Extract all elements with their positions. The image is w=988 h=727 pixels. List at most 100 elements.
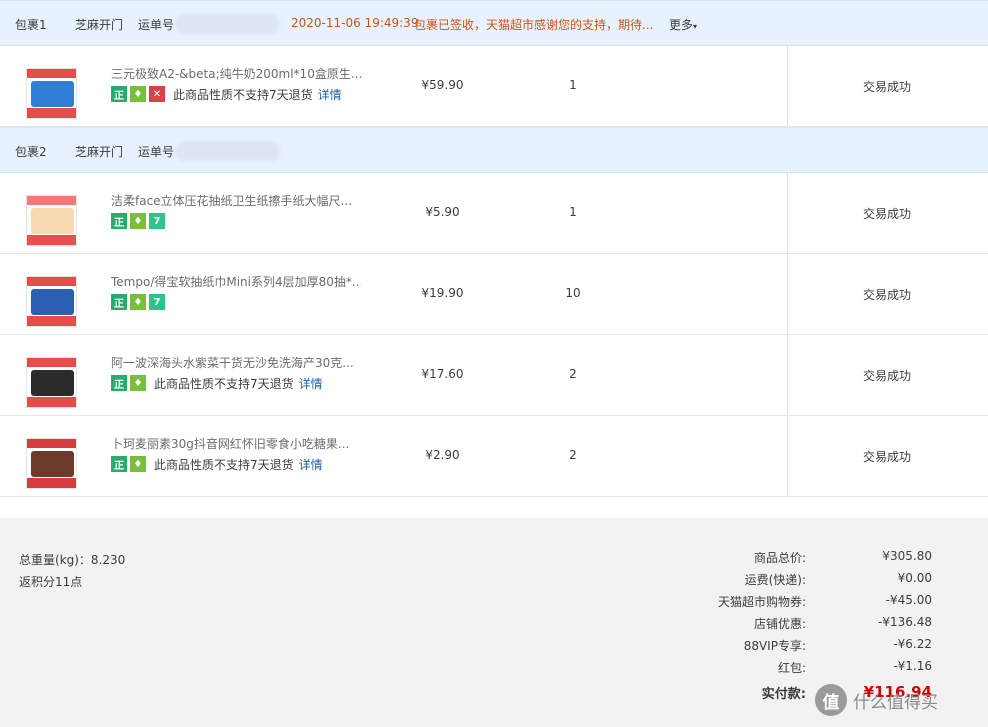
order-item-row: 卜珂麦丽素30g抖音网红怀旧零食小吃糖果... 正 ♦ 此商品性质不支持7天退货…: [0, 416, 988, 497]
seven-day-return-icon: 7: [149, 294, 165, 310]
summary-value: -¥6.22: [893, 637, 932, 651]
product-thumbnail[interactable]: [26, 195, 77, 246]
package-label: 包裹2: [15, 145, 47, 159]
summary-label: 店铺优惠:: [753, 617, 806, 631]
summary-line-store-discount: 店铺优惠: -¥136.48: [620, 615, 940, 637]
thumb-band: [27, 235, 76, 245]
product-title[interactable]: 卜珂麦丽素30g抖音网红怀旧零食小吃糖果...: [111, 435, 361, 452]
trade-status: 交易成功: [862, 207, 911, 221]
product-thumbnail[interactable]: [26, 357, 77, 408]
thumb-product: [31, 451, 74, 477]
thumb-band: [27, 358, 76, 367]
detail-link[interactable]: 详情: [299, 456, 323, 473]
trade-status: 交易成功: [862, 450, 911, 464]
package-1-header: 包裹1 芝麻开门 运单号 2020-11-06 19:49:39 包裹已签收，天…: [0, 0, 988, 46]
column-divider: [787, 416, 788, 496]
product-thumbnail[interactable]: [26, 68, 77, 119]
product-title[interactable]: Tempo/得宝软抽纸巾Mini系列4层加厚80抽*...: [111, 273, 361, 290]
product-thumbnail[interactable]: [26, 438, 77, 489]
seven-day-return-icon: 7: [149, 213, 165, 229]
thumb-band: [27, 316, 76, 326]
summary-value: ¥305.80: [882, 549, 932, 563]
summary-label: 商品总价:: [753, 551, 806, 565]
badge-group: 正 ♦ 7: [111, 294, 165, 310]
reward-points: 返积分11点: [19, 575, 83, 589]
chevron-down-icon: ▾: [693, 22, 698, 31]
no-return-note: 此商品性质不支持7天退货: [173, 87, 313, 102]
column-divider: [787, 173, 788, 253]
gift-icon: ♦: [130, 86, 146, 102]
summary-line-shipping: 运费(快递): ¥0.00: [620, 571, 940, 593]
no-return-note: 此商品性质不支持7天退货: [154, 376, 294, 391]
product-title[interactable]: 洁柔face立体压花抽纸卫生纸擦手纸大幅尺...: [111, 192, 361, 209]
trade-status: 交易成功: [862, 80, 911, 94]
item-quantity: 2: [569, 448, 577, 462]
summary-label: 红包:: [777, 661, 806, 675]
no-return-note: 此商品性质不支持7天退货: [154, 457, 294, 472]
order-meta: 总重量(kg)：8.230 返积分11点: [19, 549, 125, 593]
summary-line-red-packet: 红包: -¥1.16: [620, 659, 940, 681]
genuine-badge-icon: 正: [111, 456, 127, 472]
genuine-badge-icon: 正: [111, 375, 127, 391]
badge-group: 正 ♦ 此商品性质不支持7天退货 详情: [111, 456, 323, 472]
summary-label: 运费(快递):: [744, 573, 806, 587]
badge-group: 正 ♦ 7: [111, 213, 165, 229]
more-dropdown[interactable]: 更多▾: [669, 16, 697, 33]
gift-icon: ♦: [130, 456, 146, 472]
order-item-row: 三元极致A2-&beta;纯牛奶200ml*10盒原生... 正 ♦ ✕ 此商品…: [0, 46, 988, 127]
thumb-band: [27, 397, 76, 407]
detail-link[interactable]: 详情: [318, 86, 342, 103]
more-label: 更多: [669, 18, 694, 32]
carrier-name: 芝麻开门: [75, 18, 124, 32]
package-label: 包裹1: [15, 18, 47, 32]
tracking-number-redacted: [175, 141, 280, 161]
item-price: ¥19.90: [421, 286, 464, 300]
carrier-name: 芝麻开门: [75, 145, 124, 159]
badge-group: 正 ♦ ✕ 此商品性质不支持7天退货 详情: [111, 86, 342, 102]
thumb-band: [27, 439, 76, 448]
genuine-badge-icon: 正: [111, 294, 127, 310]
delivery-datetime: 2020-11-06 19:49:39: [291, 16, 419, 30]
summary-value: ¥0.00: [897, 571, 932, 585]
thumb-product: [31, 81, 74, 107]
thumb-band: [27, 196, 76, 205]
item-price: ¥59.90: [421, 78, 464, 92]
thumb-band: [27, 277, 76, 286]
product-title[interactable]: 阿一波深海头水紫菜干货无沙免洗海产30克...: [111, 354, 361, 371]
trade-status: 交易成功: [862, 369, 911, 383]
column-divider: [787, 254, 788, 334]
item-price: ¥17.60: [421, 367, 464, 381]
amount-paid-label: 实付款:: [761, 687, 806, 702]
gift-icon: ♦: [130, 294, 146, 310]
item-price: ¥5.90: [425, 205, 460, 219]
no-return-icon: ✕: [149, 86, 165, 102]
thumb-product: [31, 289, 74, 315]
item-quantity: 10: [565, 286, 581, 300]
item-quantity: 2: [569, 367, 577, 381]
delivery-status-message: 包裹已签收，天猫超市感谢您的支持，期待...: [414, 18, 654, 32]
tracking-label: 运单号: [138, 145, 175, 159]
thumb-product: [31, 208, 74, 234]
item-quantity: 1: [569, 205, 577, 219]
item-quantity: 1: [569, 78, 577, 92]
summary-label: 天猫超市购物券:: [717, 595, 806, 609]
genuine-badge-icon: 正: [111, 86, 127, 102]
product-thumbnail[interactable]: [26, 276, 77, 327]
summary-value: -¥1.16: [893, 659, 932, 673]
tracking-number-redacted: [175, 14, 280, 34]
thumb-product: [31, 370, 74, 396]
summary-line-goods-total: 商品总价: ¥305.80: [620, 549, 940, 571]
trade-status: 交易成功: [862, 288, 911, 302]
summary-value: -¥136.48: [878, 615, 932, 629]
detail-link[interactable]: 详情: [299, 375, 323, 392]
watermark-logo-icon: 值: [815, 684, 847, 716]
badge-group: 正 ♦ 此商品性质不支持7天退货 详情: [111, 375, 323, 391]
order-item-row: Tempo/得宝软抽纸巾Mini系列4层加厚80抽*... 正 ♦ 7 ¥19.…: [0, 254, 988, 335]
site-watermark: 值 什么值得买: [815, 684, 938, 716]
package-2-header: 包裹2 芝麻开门 运单号: [0, 127, 988, 173]
product-title[interactable]: 三元极致A2-&beta;纯牛奶200ml*10盒原生...: [111, 65, 361, 82]
genuine-badge-icon: 正: [111, 213, 127, 229]
summary-line-88vip: 88VIP专享: -¥6.22: [620, 637, 940, 659]
gift-icon: ♦: [130, 213, 146, 229]
total-weight: 总重量(kg)：8.230: [19, 553, 126, 567]
